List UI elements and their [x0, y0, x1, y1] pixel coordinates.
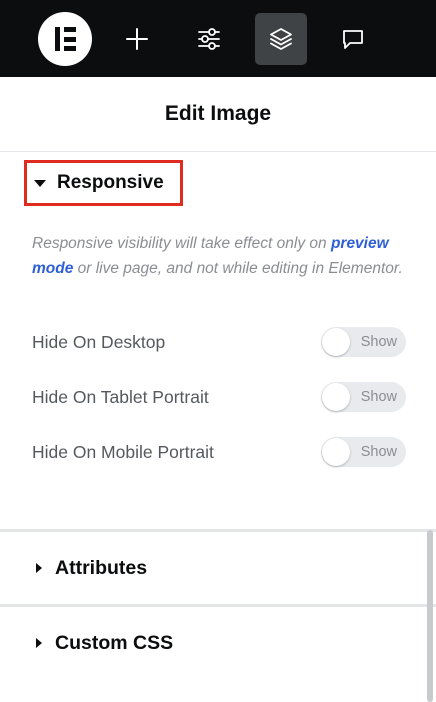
caret-right-icon — [36, 563, 42, 573]
section-divider — [0, 529, 436, 532]
logo-bar — [64, 36, 76, 42]
editor-toolbar — [0, 0, 436, 77]
note-text: or live page, and not while editing in E… — [73, 260, 403, 277]
panel-header: Edit Image — [0, 77, 436, 152]
switch-label: Show — [360, 444, 397, 460]
hide-on-tablet-portrait-switch[interactable]: Show — [321, 382, 406, 412]
switch-label: Show — [360, 389, 397, 405]
logo-bar — [64, 27, 76, 32]
responsive-section-title: Responsive — [57, 172, 164, 193]
switch-knob — [322, 438, 350, 466]
responsive-note: Responsive visibility will take effect o… — [32, 231, 412, 281]
switch-knob — [322, 328, 350, 356]
comment-icon — [343, 30, 363, 49]
layers-icon — [270, 28, 292, 50]
control-label: Hide On Tablet Portrait — [32, 386, 209, 407]
switch-label: Show — [360, 334, 397, 350]
panel-scrollbar[interactable] — [427, 530, 433, 702]
control-label: Hide On Mobile Portrait — [32, 441, 214, 462]
site-settings-button[interactable] — [183, 13, 235, 65]
attributes-section-title: Attributes — [55, 556, 148, 579]
plus-icon — [126, 28, 148, 50]
control-label: Hide On Desktop — [32, 331, 166, 352]
custom-css-section-toggle[interactable]: Custom CSS — [0, 608, 436, 678]
comments-button[interactable] — [327, 13, 379, 65]
custom-css-section-title: Custom CSS — [55, 631, 174, 654]
caret-down-icon — [34, 179, 46, 187]
logo-bar — [64, 46, 76, 51]
hide-on-mobile-portrait-switch[interactable]: Show — [321, 437, 406, 467]
elementor-logo-icon[interactable] — [38, 12, 92, 66]
section-divider — [0, 604, 436, 607]
responsive-section-toggle[interactable]: Responsive — [24, 160, 183, 206]
hide-on-desktop-switch[interactable]: Show — [321, 327, 406, 357]
logo-bar — [55, 27, 60, 51]
hide-on-mobile-portrait-control: Hide On Mobile Portrait Show — [32, 436, 406, 468]
switch-knob — [322, 383, 350, 411]
hide-on-tablet-portrait-control: Hide On Tablet Portrait Show — [32, 381, 406, 413]
panel-title: Edit Image — [164, 102, 272, 125]
sliders-icon — [198, 28, 220, 50]
caret-right-icon — [36, 638, 42, 648]
structure-layers-button[interactable] — [255, 13, 307, 65]
note-text: Responsive visibility will take effect o… — [32, 235, 331, 252]
add-element-button[interactable] — [111, 13, 163, 65]
attributes-section-toggle[interactable]: Attributes — [0, 533, 436, 603]
hide-on-desktop-control: Hide On Desktop Show — [32, 326, 406, 358]
